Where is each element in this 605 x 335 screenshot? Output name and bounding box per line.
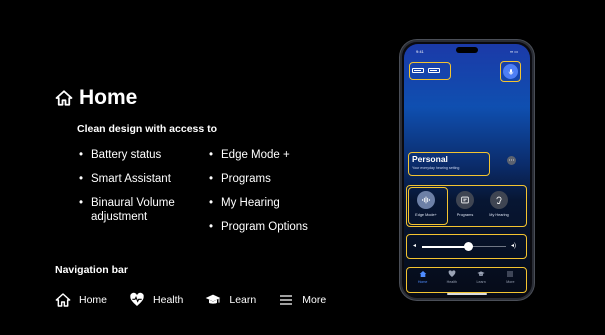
home-indicator: [447, 293, 487, 295]
program-options-button[interactable]: ⋯: [507, 156, 516, 165]
nav-legend-health: Health: [129, 292, 183, 308]
navbar-highlight: [406, 267, 527, 293]
battery-highlight: [409, 62, 451, 80]
dynamic-island: [456, 47, 478, 53]
program-highlight: [408, 152, 490, 176]
list-item: • Binaural Volume adjustment: [79, 197, 175, 223]
status-time: 9:41: [416, 49, 424, 54]
nav-legend-more: More: [278, 292, 326, 308]
list-item: • Battery status: [79, 149, 162, 161]
menu-icon: [280, 295, 293, 305]
feature-list-right: • Edge Mode + • Programs • My Hearing • Prog…: [209, 148, 339, 244]
list-item: • Edge Mode +: [209, 149, 290, 161]
list-item: • Program Options: [209, 221, 308, 233]
home-icon: [55, 90, 73, 106]
nav-legend-learn: Learn: [205, 292, 256, 308]
subtitle: Clean design with access to: [77, 123, 218, 135]
graduation-cap-icon: [206, 294, 221, 304]
list-item: • Smart Assistant: [79, 173, 171, 185]
edge-mode-highlight: [408, 187, 448, 225]
home-icon: [55, 293, 71, 307]
volume-highlight: [406, 234, 527, 259]
nav-heading: Navigation bar: [55, 264, 128, 276]
phone-mockup: 9:41 ▪▪ ▭ Personal Your everyday hearing…: [400, 40, 534, 300]
list-item: • Programs: [209, 173, 271, 185]
title-text: Home: [79, 86, 138, 109]
page-title: Home: [55, 86, 137, 110]
feature-list-left: • Battery status • Smart Assistant • Binaur…: [79, 148, 209, 234]
heart-icon: [130, 292, 144, 306]
nav-legend-home: Home: [55, 292, 107, 308]
list-item: • My Hearing: [209, 197, 280, 209]
nav-legend: Home Health Learn More: [55, 292, 348, 308]
more-dots-icon: ⋯: [508, 157, 515, 164]
signal-battery-icon: ▪▪ ▭: [510, 49, 518, 54]
assistant-highlight: [500, 61, 521, 82]
